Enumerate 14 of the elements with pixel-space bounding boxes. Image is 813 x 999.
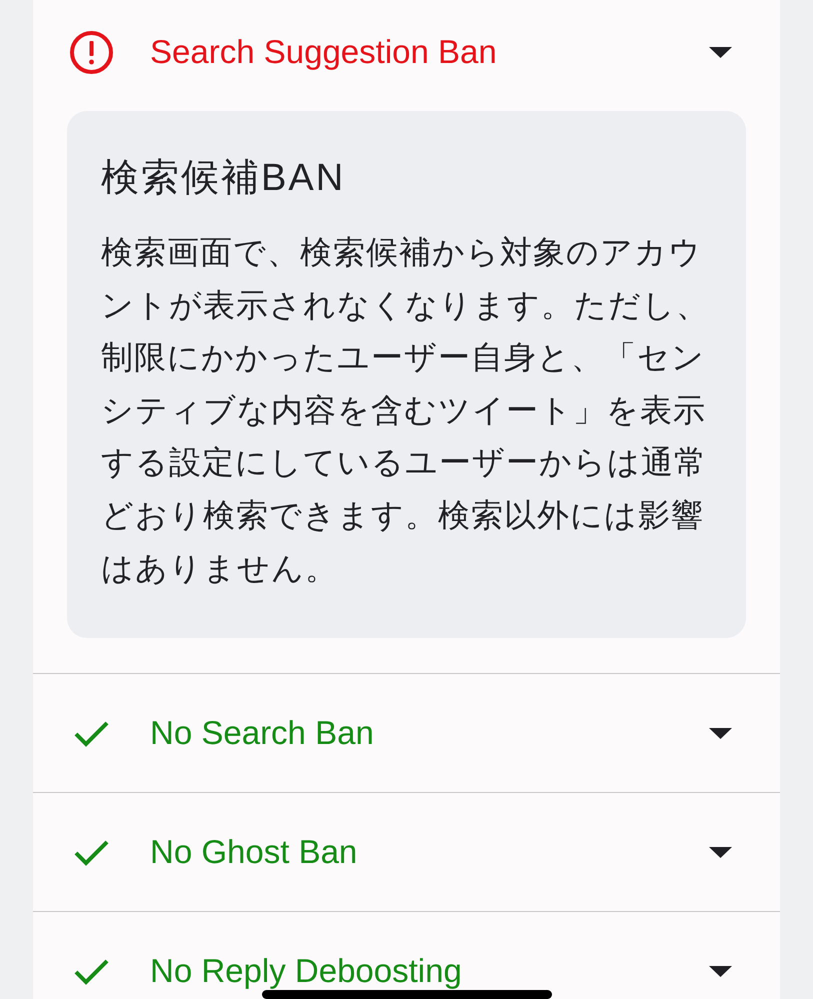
- caret-down-icon: [709, 846, 732, 858]
- detail-heading: 検索候補BAN: [101, 156, 346, 201]
- check-icon: [74, 720, 109, 747]
- caret-down-icon: [709, 728, 732, 739]
- detail-description: 検索画面で、検索候補から対象のアカウントが表示されなくなります。ただし、制限にかかったユーザー自身と、「センシティブな内容を含むツイート」を表示する設定にしているユーザーからは通常どおり検索できます。検索以外には影響はありません。: [101, 233, 709, 588]
- caret-down-icon: [709, 46, 732, 58]
- caret-down-icon: [709, 966, 732, 977]
- accordion-header[interactable]: No Reply Deboosting: [33, 912, 780, 999]
- accordion-header[interactable]: Search Suggestion Ban: [33, 0, 780, 111]
- check-icon: [74, 838, 109, 866]
- exclamation-circle-icon: [70, 30, 113, 74]
- accordion-header[interactable]: No Ghost Ban: [33, 793, 780, 912]
- check-icon: [74, 958, 109, 985]
- accordion-header[interactable]: No Search Ban: [33, 674, 780, 792]
